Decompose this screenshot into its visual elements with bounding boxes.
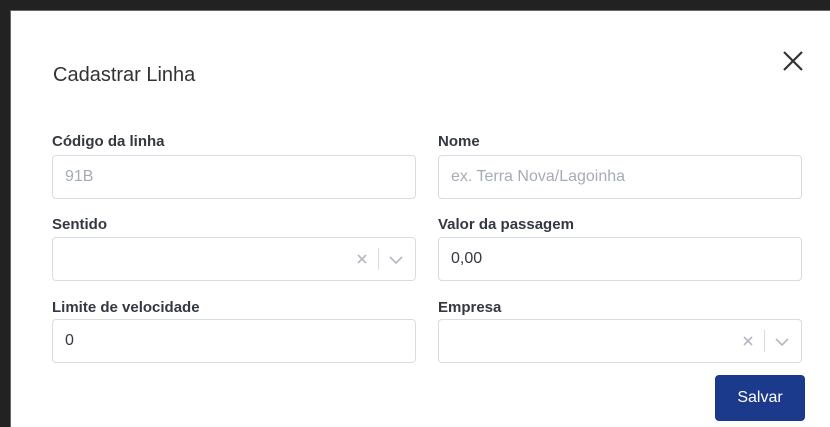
codigo-field [52, 155, 416, 199]
sentido-select-controls [341, 238, 415, 280]
codigo-input[interactable] [65, 156, 395, 198]
clear-icon[interactable] [355, 252, 369, 266]
limite-field [52, 319, 416, 363]
select-separator [764, 330, 765, 352]
valor-input[interactable] [451, 238, 781, 280]
codigo-label: Código da linha [52, 133, 165, 150]
save-button[interactable]: Salvar [715, 375, 805, 421]
dialog-title: Cadastrar Linha [53, 64, 196, 86]
valor-field [438, 237, 802, 281]
select-separator [378, 248, 379, 270]
chevron-down-icon[interactable] [388, 253, 404, 267]
empresa-select[interactable] [438, 319, 802, 363]
close-icon[interactable] [777, 45, 809, 77]
nome-field [438, 155, 802, 199]
empresa-select-controls [727, 320, 801, 362]
limite-input[interactable] [65, 320, 395, 362]
valor-label: Valor da passagem [438, 216, 574, 233]
nome-input[interactable] [451, 156, 781, 198]
register-line-dialog: Cadastrar Linha Código da linha Nome Sen… [10, 10, 830, 427]
chevron-down-icon[interactable] [774, 335, 790, 349]
empresa-label: Empresa [438, 299, 502, 316]
limite-label: Limite de velocidade [52, 299, 200, 316]
sentido-select[interactable] [52, 237, 416, 281]
clear-icon[interactable] [741, 334, 755, 348]
sentido-label: Sentido [52, 216, 107, 233]
nome-label: Nome [438, 133, 480, 150]
